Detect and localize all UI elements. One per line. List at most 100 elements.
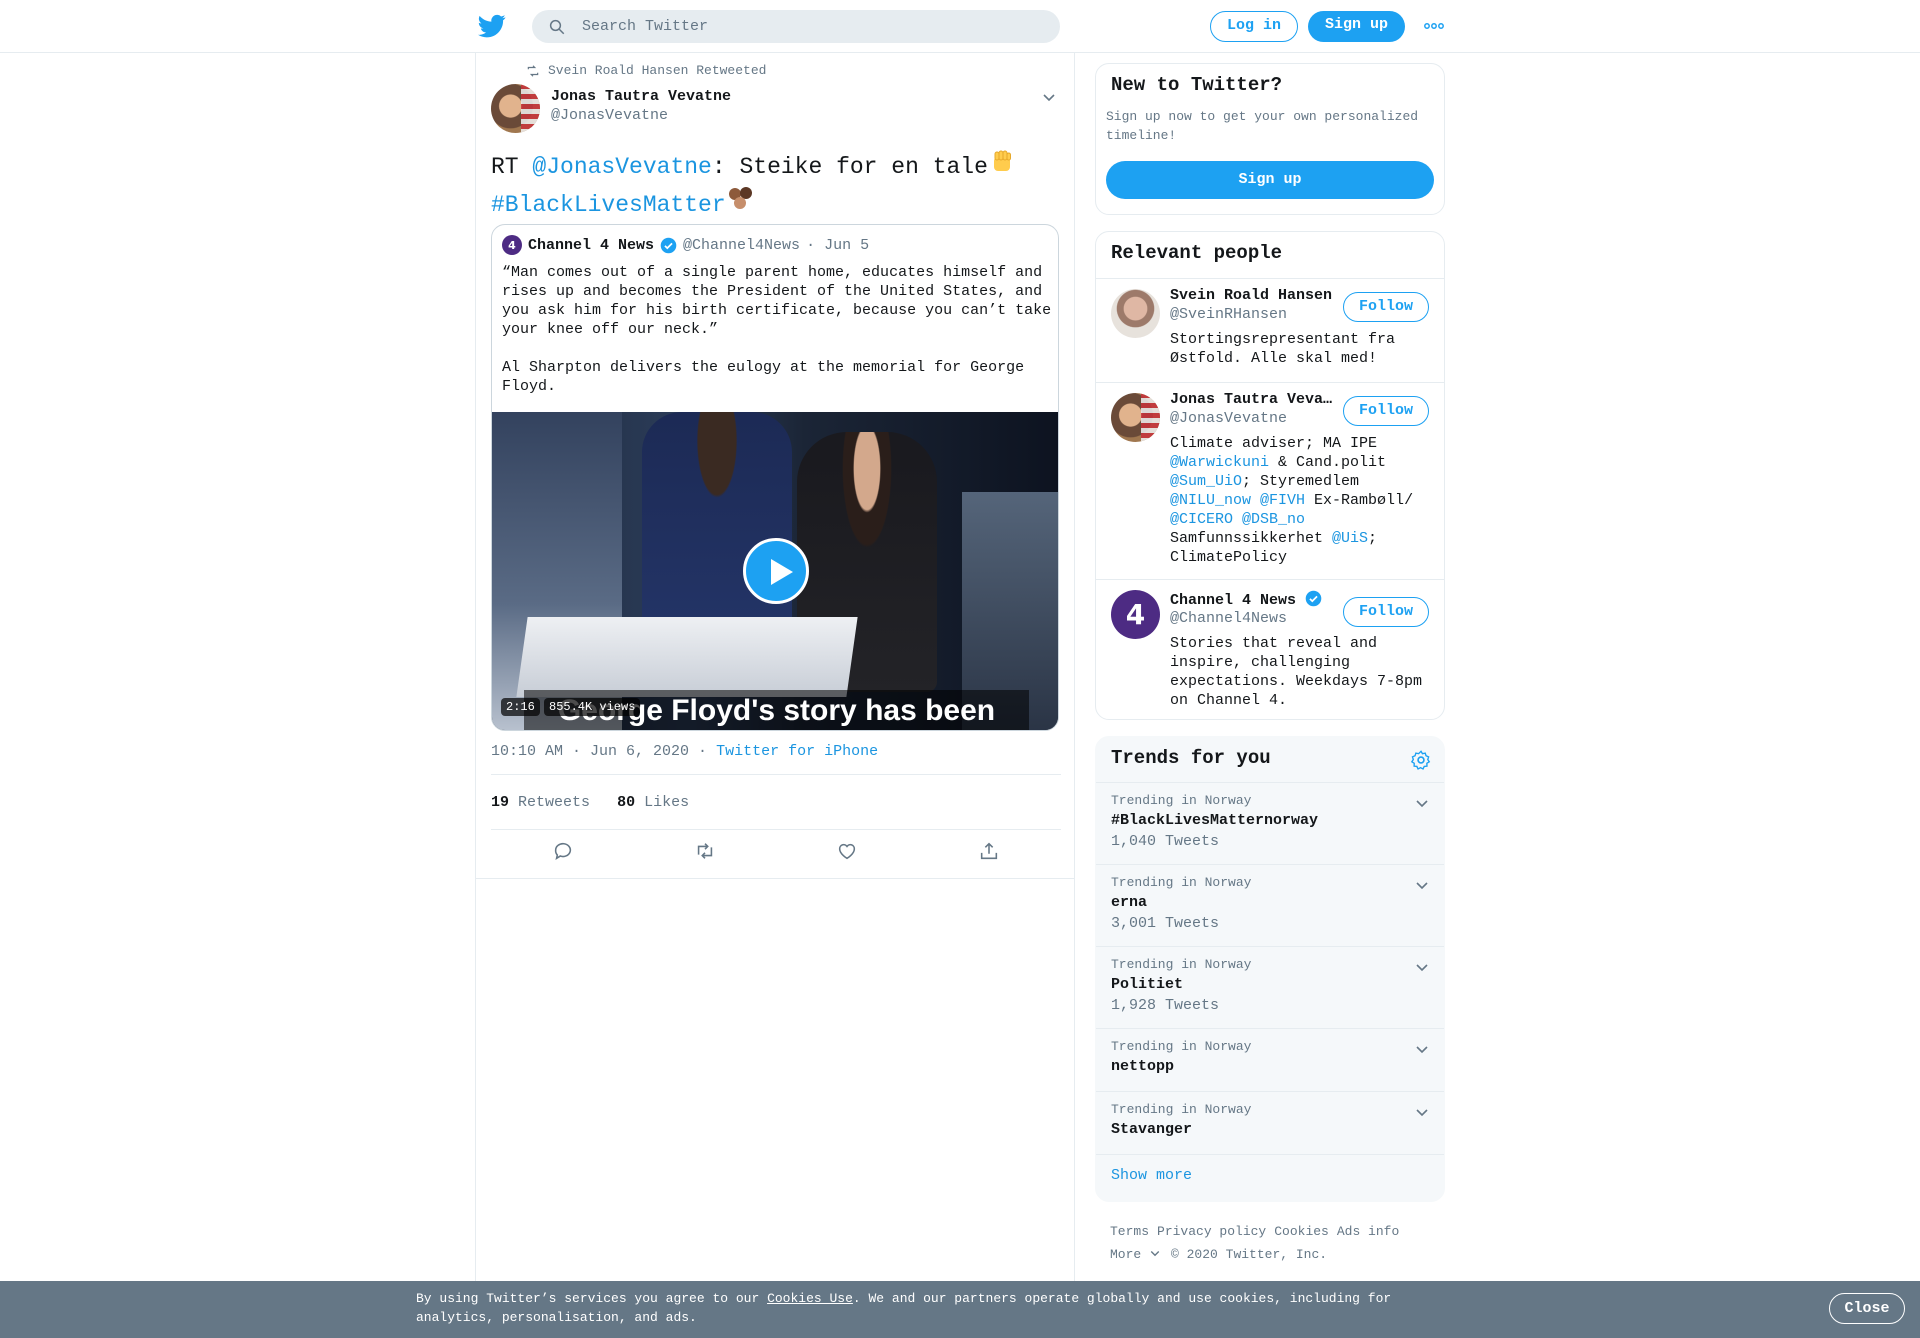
bio-text: & Cand.polit xyxy=(1269,454,1387,471)
play-button-icon[interactable] xyxy=(743,538,809,604)
sidebar-signup-button[interactable]: Sign up xyxy=(1106,161,1434,199)
relevant-people-card: Relevant people Svein Roald Hansen @Svei… xyxy=(1095,231,1445,720)
bio-mention-link[interactable]: @UiS xyxy=(1332,530,1368,547)
cookie-close-button[interactable]: Close xyxy=(1829,1293,1905,1324)
footer-link-ads-info[interactable]: Ads info xyxy=(1337,1224,1399,1239)
author-handle[interactable]: @JonasVevatne xyxy=(551,107,668,124)
bio-text xyxy=(1251,492,1260,509)
trend-count: 1,928 Tweets xyxy=(1111,997,1220,1014)
share-icon[interactable] xyxy=(978,840,1000,862)
reply-icon[interactable] xyxy=(552,840,574,862)
like-heart-icon[interactable] xyxy=(836,840,858,862)
chevron-down-icon[interactable] xyxy=(1414,1104,1430,1120)
follow-button[interactable]: Follow xyxy=(1343,292,1429,322)
tweet-text: RT @JonasVevatne: Steike for en tale #Bl… xyxy=(491,148,1061,222)
person-name-text[interactable]: Channel 4 News xyxy=(1170,592,1296,609)
bio-text xyxy=(1233,511,1242,528)
cookies-use-link[interactable]: Cookies Use xyxy=(767,1291,853,1306)
retweet-icon[interactable] xyxy=(694,840,716,862)
channel4-avatar[interactable]: 4 xyxy=(502,235,522,255)
person-handle[interactable]: @SveinRHansen xyxy=(1170,306,1287,323)
divider xyxy=(491,774,1061,775)
bio-text: Climate adviser; MA IPE xyxy=(1170,435,1378,452)
person-name[interactable]: Jonas Tautra Vevatne xyxy=(1170,391,1334,408)
footer-more[interactable]: More xyxy=(1110,1247,1161,1262)
person-name[interactable]: Channel 4 News xyxy=(1170,590,1340,609)
bio-mention-link[interactable]: @NILU_now xyxy=(1170,492,1251,509)
person-item[interactable]: 4 Channel 4 News @Channel4News Follow St… xyxy=(1096,579,1444,719)
retweets-stat[interactable]: 19 Retweets xyxy=(491,794,590,811)
footer-more-label[interactable]: More xyxy=(1110,1247,1141,1262)
author-avatar[interactable] xyxy=(491,84,540,133)
bio-text: Ex-Rambøll/ xyxy=(1305,492,1414,509)
bio-mention-link[interactable]: @CICERO xyxy=(1170,511,1233,528)
person-handle[interactable]: @JonasVevatne xyxy=(1170,410,1287,427)
retweets-label: Retweets xyxy=(518,794,591,811)
trend-name[interactable]: #BlackLivesMatternorway xyxy=(1111,812,1318,829)
tweet-actions xyxy=(476,840,1076,870)
chevron-down-icon[interactable] xyxy=(1414,877,1430,893)
trend-context: Trending in Norway xyxy=(1111,1102,1252,1117)
person-item[interactable]: Svein Roald Hansen @SveinRHansen Follow … xyxy=(1096,278,1444,382)
follow-button[interactable]: Follow xyxy=(1343,597,1429,627)
tweet-timestamp[interactable]: 10:10 AM · Jun 6, 2020 · xyxy=(491,743,707,760)
chevron-down-icon[interactable] xyxy=(1414,795,1430,811)
bio-mention-link[interactable]: @DSB_no xyxy=(1242,511,1305,528)
trend-count: 1,040 Tweets xyxy=(1111,833,1220,850)
search-bar[interactable]: Search Twitter xyxy=(532,10,1060,43)
trend-item[interactable]: Trending in Norway nettopp xyxy=(1096,1028,1444,1091)
bio-mention-link[interactable]: @Warwickuni xyxy=(1170,454,1269,471)
trend-item[interactable]: Trending in Norway #BlackLivesMatternorw… xyxy=(1096,782,1444,864)
tweet-source-link[interactable]: Twitter for iPhone xyxy=(716,743,878,760)
person-avatar[interactable] xyxy=(1111,393,1160,442)
tweet-hashtag-link[interactable]: #BlackLivesMatter xyxy=(491,192,726,218)
cookie-text: By using Twitter’s services you agree to… xyxy=(416,1289,1416,1327)
likes-stat[interactable]: 80 Likes xyxy=(617,794,689,811)
chevron-down-icon[interactable] xyxy=(1414,959,1430,975)
bio-mention-link[interactable]: @FIVH xyxy=(1260,492,1305,509)
retweeted-by-label[interactable]: Svein Roald Hansen Retweeted xyxy=(548,63,766,78)
likes-count: 80 xyxy=(617,794,636,811)
person-handle[interactable]: @Channel4News xyxy=(1170,610,1287,627)
person-item[interactable]: Jonas Tautra Vevatne @JonasVevatne Follo… xyxy=(1096,382,1444,579)
hands-emoji-icon xyxy=(728,187,752,209)
footer-link-cookies[interactable]: Cookies xyxy=(1274,1224,1329,1239)
follow-button[interactable]: Follow xyxy=(1343,396,1429,426)
retweet-small-icon xyxy=(527,64,539,77)
video-player[interactable]: George Floyd's story has been 2:16 855.4… xyxy=(492,412,1058,730)
tweet-mention-link[interactable]: @JonasVevatne xyxy=(532,154,711,180)
trend-divider xyxy=(1096,1154,1444,1155)
person-avatar[interactable] xyxy=(1111,289,1160,338)
trends-title: Trends for you xyxy=(1111,747,1271,769)
search-input[interactable]: Search Twitter xyxy=(582,18,708,35)
tweet-text-body: : Steike for en tale xyxy=(711,154,988,180)
twitter-logo-icon[interactable] xyxy=(478,12,506,40)
trend-item[interactable]: Trending in Norway erna 3,001 Tweets xyxy=(1096,864,1444,946)
person-name[interactable]: Svein Roald Hansen xyxy=(1170,287,1340,304)
footer-link-privacy[interactable]: Privacy policy xyxy=(1157,1224,1266,1239)
chevron-down-icon[interactable] xyxy=(1041,89,1057,105)
show-more-link[interactable]: Show more xyxy=(1111,1167,1192,1184)
gear-icon[interactable] xyxy=(1410,749,1432,771)
trend-name[interactable]: Politiet xyxy=(1111,976,1183,993)
trend-context: Trending in Norway xyxy=(1111,793,1252,808)
quoted-author-handle[interactable]: @Channel4News xyxy=(683,237,800,254)
person-avatar[interactable]: 4 xyxy=(1111,590,1160,639)
trend-item[interactable]: Trending in Norway Politiet 1,928 Tweets xyxy=(1096,946,1444,1028)
login-button[interactable]: Log in xyxy=(1210,11,1298,42)
footer-link-terms[interactable]: Terms xyxy=(1110,1224,1149,1239)
quoted-author-name[interactable]: Channel 4 News xyxy=(528,237,654,254)
trend-name[interactable]: erna xyxy=(1111,894,1147,911)
trend-name[interactable]: Stavanger xyxy=(1111,1121,1192,1138)
signup-button[interactable]: Sign up xyxy=(1308,11,1405,42)
divider xyxy=(491,829,1061,830)
quoted-date: · Jun 5 xyxy=(806,236,870,254)
quoted-tweet-card[interactable]: 4 Channel 4 News @Channel4News · Jun 5 “… xyxy=(491,224,1059,731)
chevron-down-icon[interactable] xyxy=(1414,1041,1430,1057)
trend-context: Trending in Norway xyxy=(1111,875,1252,890)
trend-item[interactable]: Trending in Norway Stavanger xyxy=(1096,1091,1444,1154)
trend-name[interactable]: nettopp xyxy=(1111,1058,1174,1075)
more-options-icon[interactable] xyxy=(1424,18,1444,34)
author-name[interactable]: Jonas Tautra Vevatne xyxy=(551,88,731,105)
bio-mention-link[interactable]: @Sum_UiO xyxy=(1170,473,1242,490)
